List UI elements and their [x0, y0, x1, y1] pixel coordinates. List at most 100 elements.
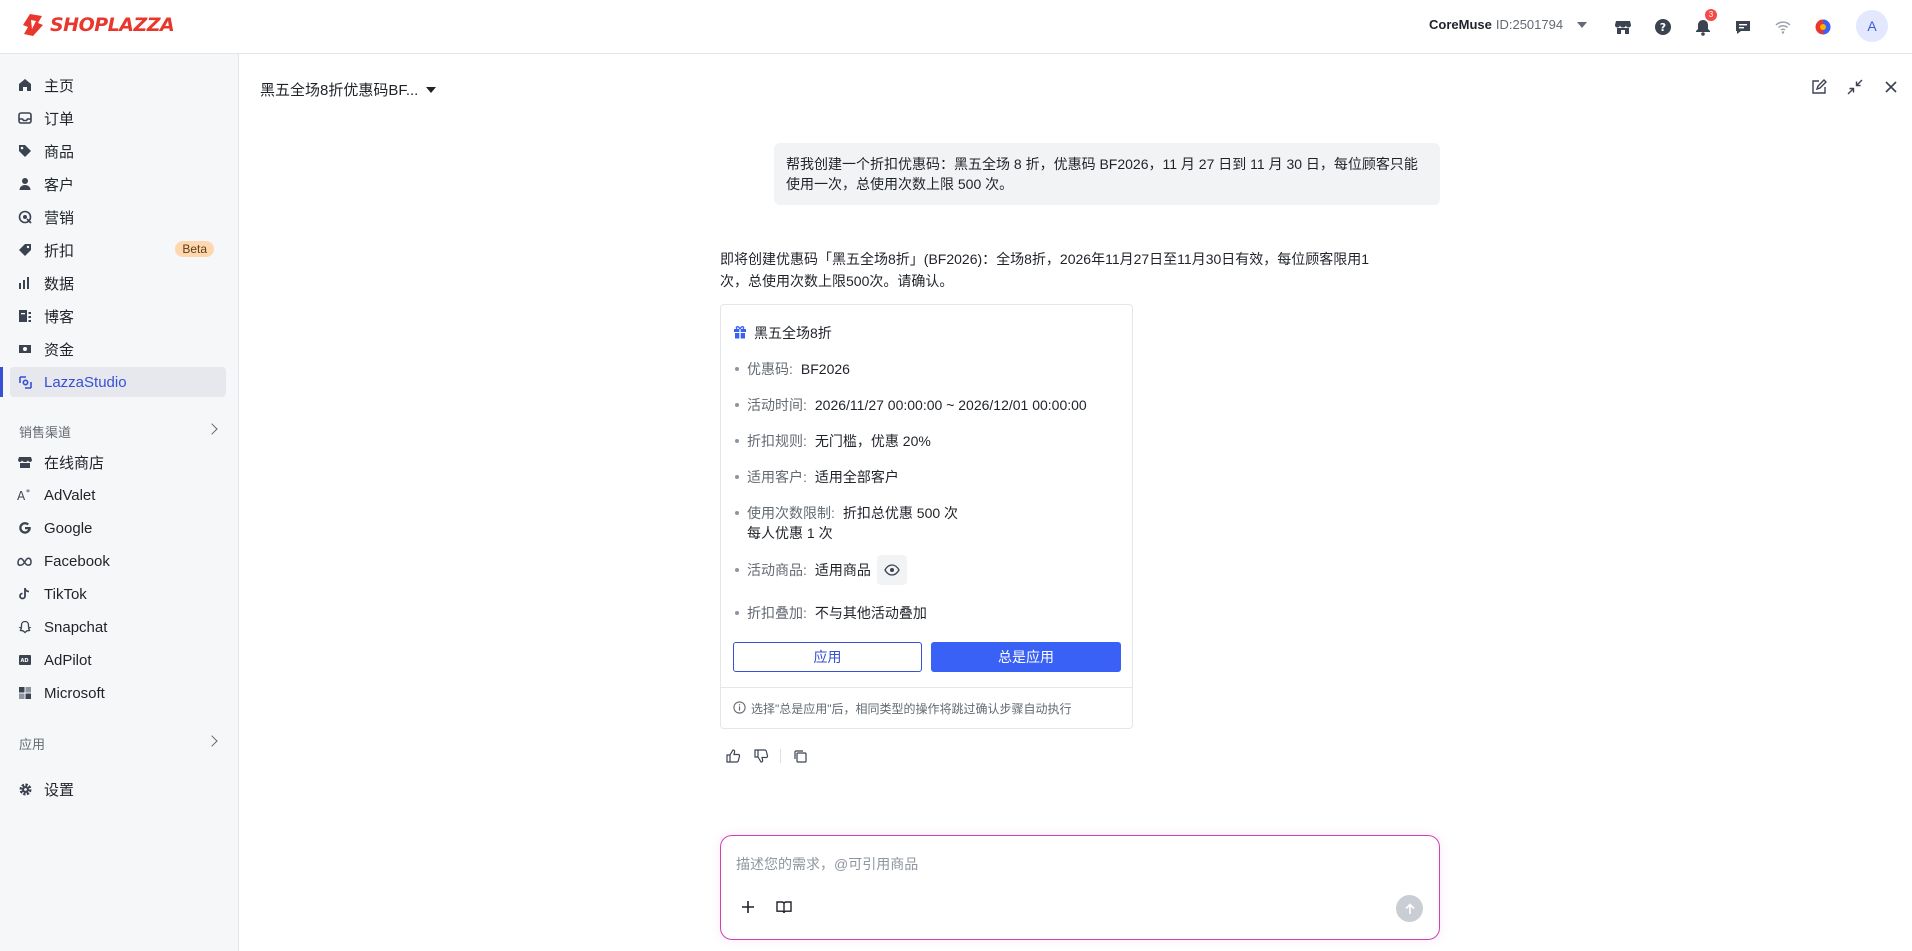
sidebar-item-label: Microsoft — [44, 684, 105, 702]
sidebar-item-advalet[interactable]: A * AdValet — [10, 480, 226, 510]
copy-icon[interactable] — [791, 747, 809, 765]
top-bar: SHOPLAZZA CoreMuse ID:2501794 ? 3 A — [0, 0, 1912, 54]
chevron-right-icon[interactable] — [206, 423, 218, 435]
sidebar-item-online-store[interactable]: 在线商店 — [10, 447, 226, 477]
tag-icon — [17, 143, 33, 159]
thumbs-down-icon[interactable] — [752, 747, 770, 765]
row-value: 无门槛，优惠 20% — [814, 433, 931, 449]
discount-name: 黑五全场8折 — [754, 325, 832, 341]
sidebar-item-orders[interactable]: 订单 — [10, 103, 226, 133]
sidebar-item-label: Facebook — [44, 552, 110, 570]
sidebar-item-lazzastudio[interactable]: LazzaStudio — [0, 367, 226, 397]
row-value-secondary: 每人优惠 1 次 — [747, 525, 833, 541]
inbox-icon — [17, 110, 33, 126]
sidebar-item-discounts[interactable]: 折扣 Beta — [10, 235, 226, 265]
row-key: 优惠码: — [747, 361, 793, 377]
sidebar-item-adpilot[interactable]: AD AdPilot — [10, 645, 226, 675]
storefront-icon[interactable] — [1611, 15, 1635, 39]
sidebar-item-label: TikTok — [44, 585, 87, 603]
apps-title: 应用 — [19, 737, 46, 752]
avatar[interactable]: A — [1856, 10, 1888, 42]
close-icon[interactable] — [1880, 76, 1902, 98]
sidebar-item-finance[interactable]: 资金 — [10, 334, 226, 364]
store-id: ID:2501794 — [1495, 17, 1564, 32]
sidebar-item-label: 营销 — [44, 209, 75, 227]
sidebar-item-blog[interactable]: 博客 — [10, 301, 226, 331]
store-icon — [17, 454, 33, 470]
google-icon — [17, 520, 33, 536]
advalet-icon: A * — [17, 487, 33, 503]
row-value: BF2026 — [800, 361, 850, 377]
sidebar-item-facebook[interactable]: Facebook — [10, 546, 226, 576]
chevron-right-icon[interactable] — [206, 735, 218, 747]
tiktok-icon — [17, 586, 33, 602]
beta-badge: Beta — [175, 241, 214, 257]
gift-icon — [733, 325, 747, 342]
card-row-usage-limit: 使用次数限制: 折扣总优惠 500 次 每人优惠 1 次 — [735, 503, 958, 543]
chevron-down-icon — [426, 86, 437, 93]
message-input[interactable] — [736, 856, 1416, 872]
sidebar-item-label: Snapchat — [44, 618, 108, 636]
target-icon — [17, 209, 33, 225]
sales-channels-title: 销售渠道 — [19, 425, 72, 440]
sidebar-item-marketing[interactable]: 营销 — [10, 202, 226, 232]
microsoft-icon — [17, 685, 33, 701]
bullet — [735, 611, 739, 615]
card-row-rule: 折扣规则: 无门槛，优惠 20% — [735, 431, 931, 451]
card-row-period: 活动时间: 2026/11/27 00:00:00 ~ 2026/12/01 0… — [735, 395, 1087, 415]
new-chat-icon[interactable] — [1808, 76, 1830, 98]
sidebar-item-label: 折扣 — [44, 242, 75, 260]
sidebar-item-label: 商品 — [44, 143, 75, 161]
sidebar-item-label: 博客 — [44, 308, 75, 326]
sidebar-item-microsoft[interactable]: Microsoft — [10, 678, 226, 708]
brand-name: SHOPLAZZA — [50, 14, 175, 36]
row-value: 2026/11/27 00:00:00 ~ 2026/12/01 00:00:0… — [814, 397, 1087, 413]
svg-text:AD: AD — [21, 658, 29, 664]
sidebar-item-label: 客户 — [44, 176, 75, 194]
plus-icon[interactable] — [737, 896, 759, 918]
conversation-title-dropdown[interactable]: 黑五全场8折优惠码BF... — [260, 79, 437, 100]
sidebar-item-label: 数据 — [44, 275, 75, 293]
help-icon[interactable]: ? — [1651, 15, 1675, 39]
studio-icon — [17, 374, 33, 390]
card-title: 黑五全场8折 — [733, 323, 832, 343]
sidebar-item-products[interactable]: 商品 — [10, 136, 226, 166]
row-key: 折扣叠加: — [747, 605, 807, 621]
wifi-icon[interactable] — [1771, 15, 1795, 39]
apply-button[interactable]: 应用 — [733, 642, 922, 672]
adpilot-icon: AD — [17, 652, 33, 668]
discount-icon — [17, 242, 33, 258]
send-button[interactable] — [1396, 895, 1423, 922]
sidebar-item-customers[interactable]: 客户 — [10, 169, 226, 199]
bar-chart-icon — [17, 275, 33, 291]
row-key: 使用次数限制: — [747, 505, 835, 521]
sidebar-item-home[interactable]: 主页 — [10, 70, 226, 100]
svg-text:*: * — [26, 488, 30, 497]
store-switcher[interactable]: CoreMuse ID:2501794 — [1429, 17, 1588, 32]
app-colorful-icon[interactable] — [1811, 15, 1835, 39]
user-icon — [17, 176, 33, 192]
arrow-up-icon — [1404, 902, 1415, 914]
always-apply-button[interactable]: 总是应用 — [931, 642, 1121, 672]
book-icon[interactable] — [773, 896, 795, 918]
sidebar-item-label: 在线商店 — [44, 454, 105, 472]
blog-icon — [17, 308, 33, 324]
sidebar-item-tiktok[interactable]: TikTok — [10, 579, 226, 609]
discount-preview-card: 黑五全场8折 优惠码: BF2026 活动时间: 2026/11/27 00:0… — [720, 304, 1133, 729]
sidebar-item-settings[interactable]: 设置 — [10, 774, 226, 804]
collapse-icon[interactable] — [1844, 76, 1866, 98]
card-row-stacking: 折扣叠加: 不与其他活动叠加 — [735, 603, 927, 623]
message-icon[interactable] — [1731, 15, 1755, 39]
brand-logo[interactable]: SHOPLAZZA — [22, 13, 175, 37]
sidebar-item-analytics[interactable]: 数据 — [10, 268, 226, 298]
divider — [780, 749, 781, 763]
sidebar-item-snapchat[interactable]: Snapchat — [10, 612, 226, 642]
sidebar-item-label: 资金 — [44, 341, 75, 359]
eye-icon[interactable] — [876, 555, 907, 585]
sidebar-item-google[interactable]: Google — [10, 513, 226, 543]
thumbs-up-icon[interactable] — [724, 747, 742, 765]
message-feedback-bar — [724, 747, 819, 765]
row-value: 不与其他活动叠加 — [814, 605, 927, 621]
sidebar-item-label: 主页 — [44, 77, 75, 95]
sidebar-item-label: LazzaStudio — [44, 373, 127, 391]
